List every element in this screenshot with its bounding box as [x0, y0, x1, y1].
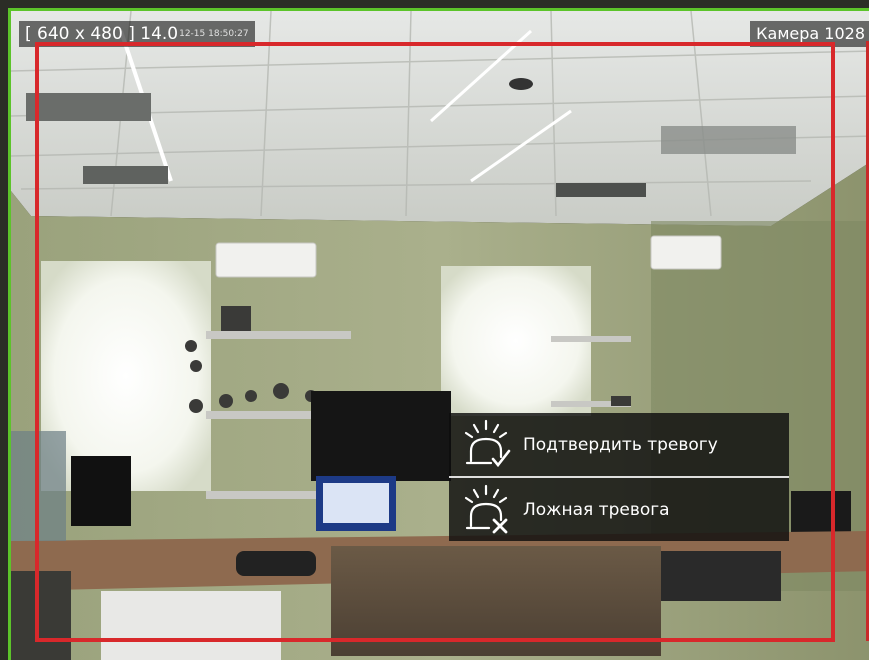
false-alarm-label: Ложная тревога	[523, 499, 670, 520]
fps-label: 14.0	[140, 24, 179, 44]
confirm-alarm-label: Подтвердить тревогу	[523, 434, 718, 455]
alarm-detection-frame	[35, 42, 835, 642]
alarm-false-icon	[464, 484, 508, 533]
false-alarm-button[interactable]: Ложная тревога	[449, 478, 789, 541]
resolution-label: [ 640 x 480 ]	[25, 24, 135, 44]
camera-tile[interactable]: [ 640 x 480 ] 14.012-15 18:50:27 Камера …	[8, 8, 869, 660]
confirm-alarm-button[interactable]: Подтвердить тревогу	[449, 413, 789, 476]
timestamp-label: 12-15 18:50:27	[179, 29, 249, 39]
alarm-confirm-icon	[464, 419, 511, 467]
camera-viewport: [ 640 x 480 ] 14.012-15 18:50:27 Камера …	[0, 0, 869, 660]
alarm-action-menu: Подтвердить тревогу Ложная тревога	[449, 413, 789, 541]
